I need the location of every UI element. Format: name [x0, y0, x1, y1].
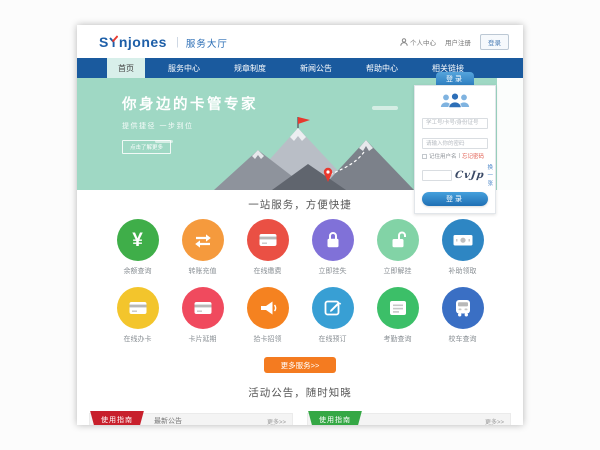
- register-label: 用户注册: [445, 37, 471, 47]
- tab-latest-announcements[interactable]: 最新公告: [154, 416, 182, 425]
- banner-cta-button[interactable]: 点击了解更多: [122, 140, 171, 154]
- site-title: 服务大厅: [186, 34, 228, 50]
- panel-right: 使用指南 更多>>: [307, 413, 511, 425]
- card-icon: [117, 287, 159, 329]
- service-label: 在线缴费: [254, 266, 282, 276]
- activity-panels: 使用指南 最新公告 更多>> 使用指南 更多>>: [89, 413, 511, 425]
- login-panel: 登录 记住用户名 | 忘记密码 CvJp 换一张: [414, 72, 496, 214]
- services-row-2: 在线办卡 卡片延期 拾卡招领 在线预订: [77, 287, 523, 344]
- service-balance[interactable]: ¥ 余额查询: [105, 219, 170, 276]
- service-card-extension[interactable]: 卡片延期: [170, 287, 235, 344]
- service-label: 卡片延期: [189, 334, 217, 344]
- yen-icon: ¥: [117, 219, 159, 261]
- service-label: 考勤查询: [384, 334, 412, 344]
- captcha-image[interactable]: CvJp: [454, 170, 485, 181]
- personal-center-link[interactable]: 个人中心: [400, 37, 436, 47]
- logo-y-icon: [109, 35, 118, 48]
- service-online-booking[interactable]: 在线预订: [300, 287, 365, 344]
- options-divider: |: [459, 153, 460, 159]
- transfer-icon: [182, 219, 224, 261]
- header-login-button[interactable]: 登录: [480, 34, 509, 50]
- card-icon: [182, 287, 224, 329]
- service-label: 在线预订: [319, 334, 347, 344]
- more-link-right[interactable]: 更多>>: [485, 417, 504, 426]
- service-found-card[interactable]: 拾卡招领: [235, 287, 300, 344]
- banner-subtitle: 提供捷径 一步到位: [122, 121, 258, 131]
- service-label: 在线办卡: [124, 334, 152, 344]
- nav-item-help[interactable]: 帮助中心: [355, 58, 409, 78]
- tab-usage-guide-left[interactable]: 使用指南: [90, 411, 144, 426]
- more-services-button[interactable]: 更多服务>>: [264, 357, 336, 373]
- nav-item-news[interactable]: 新闻公告: [289, 58, 343, 78]
- service-label: 立即挂失: [319, 266, 347, 276]
- page: S njones | 服务大厅 个人中心 用户注册 登录 首页 服务中心 规章制…: [77, 25, 523, 425]
- service-attendance[interactable]: 考勤查询: [365, 287, 430, 344]
- login-tab[interactable]: 登录: [436, 72, 474, 85]
- remember-checkbox[interactable]: [422, 154, 427, 159]
- nav-item-service-center[interactable]: 服务中心: [157, 58, 211, 78]
- service-school-bus[interactable]: 校车查询: [430, 287, 495, 344]
- forgot-password-link[interactable]: 忘记密码: [462, 152, 484, 160]
- lock-icon: [312, 219, 354, 261]
- bus-icon: [442, 287, 484, 329]
- service-subsidy[interactable]: 补助领取: [430, 219, 495, 276]
- nav-item-rules[interactable]: 规章制度: [223, 58, 277, 78]
- service-transfer[interactable]: 转账充值: [170, 219, 235, 276]
- megaphone-icon: [247, 287, 289, 329]
- list-icon: [377, 287, 419, 329]
- logo[interactable]: S njones | 服务大厅: [99, 34, 228, 50]
- service-label: 校车查询: [449, 334, 477, 344]
- banner-headline: 你身边的卡管专家: [122, 93, 258, 114]
- captcha-refresh-link[interactable]: 换一张: [488, 163, 494, 187]
- panel-left-header: 使用指南 最新公告 更多>>: [89, 413, 293, 425]
- services-section: 一站服务，方便快捷 ¥ 余额查询 转账充值 在线缴费: [77, 190, 523, 373]
- login-options-row: 记住用户名 | 忘记密码: [422, 152, 488, 160]
- activity-section: 活动公告，随时知晓 使用指南 最新公告 更多>> 使用指南 更多>>: [77, 373, 523, 425]
- services-row-1: ¥ 余额查询 转账充值 在线缴费 立即挂失: [77, 219, 523, 276]
- service-apply-card[interactable]: 在线办卡: [105, 287, 170, 344]
- service-label: 拾卡招领: [254, 334, 282, 344]
- logo-text-rest: njones: [119, 34, 167, 50]
- personal-center-label: 个人中心: [410, 37, 436, 47]
- service-unfreeze[interactable]: 立即解挂: [365, 219, 430, 276]
- banner-text: 你身边的卡管专家 提供捷径 一步到位 点击了解更多: [122, 93, 258, 154]
- header: S njones | 服务大厅 个人中心 用户注册 登录: [77, 25, 523, 58]
- service-label: 立即解挂: [384, 266, 412, 276]
- service-pay[interactable]: 在线缴费: [235, 219, 300, 276]
- tab-usage-guide-right[interactable]: 使用指南: [308, 411, 362, 426]
- register-link[interactable]: 用户注册: [445, 37, 471, 47]
- captcha-row: CvJp 换一张: [422, 163, 488, 187]
- remember-label: 记住用户名: [429, 152, 457, 160]
- panel-right-header: 使用指南 更多>>: [307, 413, 511, 425]
- more-link-left[interactable]: 更多>>: [267, 417, 286, 426]
- service-label: 余额查询: [124, 266, 152, 276]
- logo-divider: |: [176, 36, 179, 48]
- service-label: 转账充值: [189, 266, 217, 276]
- nav-item-home[interactable]: 首页: [107, 58, 145, 78]
- account-input[interactable]: [422, 118, 488, 129]
- banknote-icon: [442, 219, 484, 261]
- unlock-icon: [377, 219, 419, 261]
- panel-left: 使用指南 最新公告 更多>>: [89, 413, 293, 425]
- users-icon: [422, 92, 488, 108]
- header-links: 个人中心 用户注册 登录: [400, 34, 509, 50]
- service-label: 补助领取: [449, 266, 477, 276]
- person-icon: [400, 38, 408, 46]
- captcha-input[interactable]: [422, 170, 452, 181]
- activity-title: 活动公告，随时知晓: [77, 386, 523, 401]
- password-input[interactable]: [422, 138, 488, 149]
- cloud-decoration: [372, 106, 398, 110]
- login-submit-button[interactable]: 登录: [422, 192, 488, 206]
- service-report-loss[interactable]: 立即挂失: [300, 219, 365, 276]
- banner-right-strip: [497, 78, 523, 190]
- login-card: 记住用户名 | 忘记密码 CvJp 换一张 登录: [414, 85, 496, 214]
- logo-text: S: [99, 34, 109, 50]
- edit-icon: [312, 287, 354, 329]
- card-icon: [247, 219, 289, 261]
